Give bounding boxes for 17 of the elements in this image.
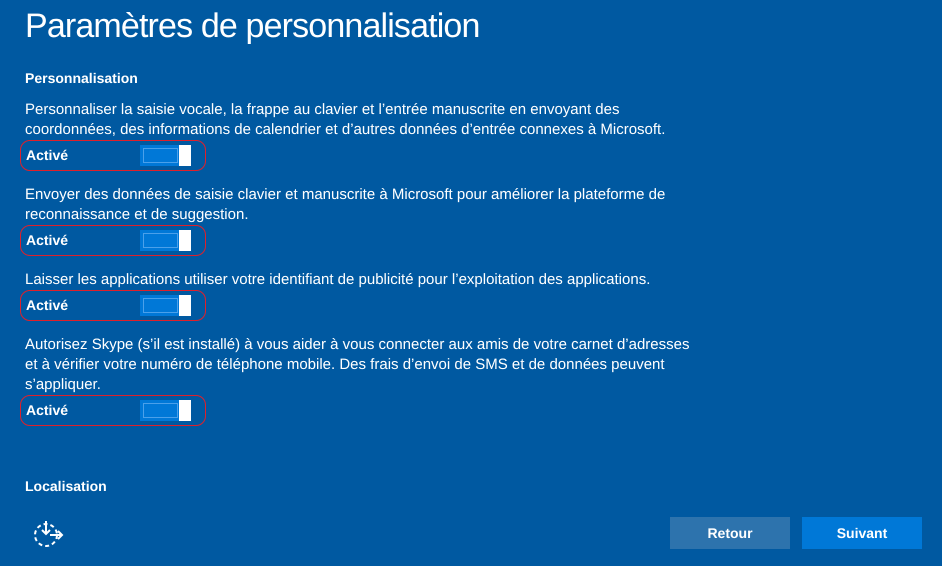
setting-description: Autorisez Skype (s’il est installé) à vous aider à vous connecter aux amis de votre carnet d’adresses et à vérifier votre numéro de téléphone mobile. Des frais d’envoi de SMS et de données peuvent s’appliquer. [25,335,690,395]
toggle-switch[interactable] [140,295,191,316]
toggle-state-label: Activé [26,146,70,165]
setting-description: Envoyer des données de saisie clavier et manuscrite à Microsoft pour améliorer la plateforme de reconnaissance et de suggestion. [25,185,666,225]
setting-description: Personnaliser la saisie vocale, la frappe au clavier et l’entrée manuscrite en envoyant des coordonnées, des informations de calendrier et d’autres données d’entrée connexes à Microsoft. [25,100,666,140]
page-title: Paramètres de personnalisation [25,6,481,47]
toggle-switch[interactable] [140,400,191,421]
back-button[interactable]: Retour [670,517,790,549]
toggle-switch[interactable] [140,230,191,251]
toggle-state-label: Activé [26,401,70,420]
next-button[interactable]: Suivant [802,517,922,549]
toggle-state-label: Activé [26,296,70,315]
section-heading: Personnalisation [25,69,139,88]
toggle-state-label: Activé [26,231,70,250]
toggle-switch[interactable] [140,145,191,166]
section-heading: Localisation [25,477,108,496]
setting-description: Laisser les applications utiliser votre identifiant de publicité pour l’exploitation des applications. [25,270,652,290]
